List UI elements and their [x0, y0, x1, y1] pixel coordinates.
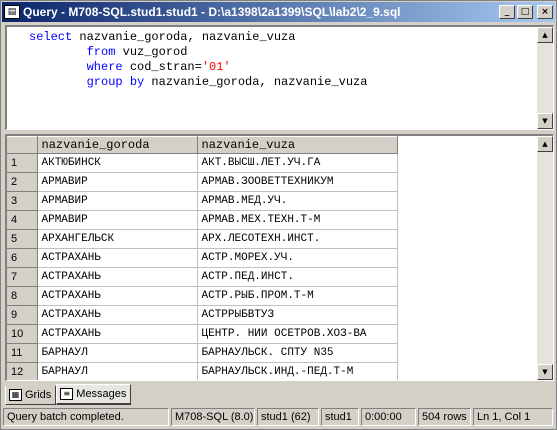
- code-text: nazvanie_goroda, nazvanie_vuza: [144, 75, 368, 89]
- code-line-1: select nazvanie_goroda, nazvanie_vuza: [29, 30, 295, 44]
- table-row[interactable]: 11 БАРНАУЛ БАРНАУЛЬСК. СПТУ N35: [7, 343, 398, 363]
- table-cell[interactable]: АРХАНГЕЛЬСК: [37, 229, 198, 249]
- status-message: Query batch completed.: [3, 408, 169, 426]
- row-number[interactable]: 6: [7, 248, 38, 268]
- table-row[interactable]: 12 БАРНАУЛ БАРНАУЛЬСК.ИНД.-ПЕД.Т-М: [7, 362, 398, 380]
- table-row[interactable]: 6 АСТРАХАНЬ АСТР.МОРЕХ.УЧ.: [7, 248, 398, 268]
- title-bar[interactable]: ▤ Query - M708-SQL.stud1.stud1 - D:\a139…: [2, 2, 555, 22]
- scroll-up-icon[interactable]: ▲: [537, 136, 553, 152]
- maximize-button[interactable]: □: [517, 5, 533, 19]
- window-title: Query - M708-SQL.stud1.stud1 - D:\a1398\…: [23, 5, 401, 19]
- tab-label: Messages: [76, 388, 127, 400]
- table-cell[interactable]: АРМАВИР: [37, 210, 198, 230]
- code-line-2: from vuz_gorod: [29, 45, 188, 59]
- results-grid-pane: nazvanie_goroda nazvanie_vuza 1 АКТЮБИНСК…: [5, 134, 554, 381]
- table-cell[interactable]: АРМАВИР: [37, 191, 198, 211]
- row-number[interactable]: 7: [7, 267, 38, 287]
- status-position: Ln 1, Col 1: [473, 408, 553, 426]
- scroll-down-icon[interactable]: ▼: [537, 364, 553, 380]
- table-cell[interactable]: АСТР.МОРЕХ.УЧ.: [197, 248, 398, 268]
- keyword: select: [29, 30, 73, 44]
- row-number[interactable]: 10: [7, 324, 38, 344]
- status-database: stud1: [321, 408, 359, 426]
- table-cell[interactable]: БАРНАУЛ: [37, 362, 198, 380]
- keyword: group by: [86, 75, 145, 89]
- table-cell[interactable]: АРМАВ.МЕД.УЧ.: [197, 191, 398, 211]
- table-row[interactable]: 9 АСТРАХАНЬ АСТРРЫБВТУЗ: [7, 305, 398, 325]
- table-cell[interactable]: АСТР.ПЕД.ИНСТ.: [197, 267, 398, 287]
- messages-icon: ≡: [60, 388, 74, 400]
- code-text: vuz_gorod: [115, 45, 188, 59]
- table-cell[interactable]: АКТЮБИНСК: [37, 153, 198, 173]
- scroll-down-icon[interactable]: ▼: [537, 113, 553, 129]
- sql-editor[interactable]: select nazvanie_goroda, nazvanie_vuza fr…: [5, 25, 554, 130]
- table-row[interactable]: 5 АРХАНГЕЛЬСК АРХ.ЛЕСОТЕХН.ИНСТ.: [7, 229, 398, 249]
- code-line-4: group by nazvanie_goroda, nazvanie_vuza: [29, 75, 368, 89]
- scroll-up-icon[interactable]: ▲: [537, 27, 553, 43]
- table-cell[interactable]: АРМАВ.ЗООВЕТТЕХНИКУМ: [197, 172, 398, 192]
- table-cell[interactable]: АРМАВИР: [37, 172, 198, 192]
- status-rows: 504 rows: [418, 408, 471, 426]
- row-number[interactable]: 11: [7, 343, 38, 363]
- status-elapsed: 0:00:00: [361, 408, 416, 426]
- close-button[interactable]: ×: [537, 5, 553, 19]
- table-cell[interactable]: АСТРАХАНЬ: [37, 305, 198, 325]
- code-line-3: where cod_stran='01': [29, 60, 231, 74]
- table-cell[interactable]: ЦЕНТР. НИИ ОСЕТРОВ.ХОЗ-ВА: [197, 324, 398, 344]
- table-cell[interactable]: БАРНАУЛЬСК. СПТУ N35: [197, 343, 398, 363]
- table-cell[interactable]: АСТРАХАНЬ: [37, 248, 198, 268]
- row-number[interactable]: 5: [7, 229, 38, 249]
- grid-vertical-scrollbar[interactable]: ▲ ▼: [537, 136, 553, 380]
- code-text: cod_stran=: [122, 60, 202, 74]
- table-row[interactable]: 10 АСТРАХАНЬ ЦЕНТР. НИИ ОСЕТРОВ.ХОЗ-ВА: [7, 324, 398, 344]
- row-number[interactable]: 9: [7, 305, 38, 325]
- column-header-nazvanie-goroda[interactable]: nazvanie_goroda: [37, 136, 198, 154]
- table-cell[interactable]: АСТР.РЫБ.ПРОМ.Т-М: [197, 286, 398, 306]
- table-cell[interactable]: АСТРАХАНЬ: [37, 324, 198, 344]
- row-number[interactable]: 3: [7, 191, 38, 211]
- table-cell[interactable]: БАРНАУЛ: [37, 343, 198, 363]
- tab-grids[interactable]: ▦ Grids: [5, 386, 57, 405]
- column-header-nazvanie-vuza[interactable]: nazvanie_vuza: [197, 136, 398, 154]
- table-cell[interactable]: АСТРАХАНЬ: [37, 286, 198, 306]
- table-row[interactable]: 3 АРМАВИР АРМАВ.МЕД.УЧ.: [7, 191, 398, 211]
- keyword: where: [86, 60, 123, 74]
- row-number[interactable]: 2: [7, 172, 38, 192]
- tab-messages[interactable]: ≡ Messages: [56, 384, 132, 405]
- code-text: nazvanie_goroda, nazvanie_vuza: [72, 30, 296, 44]
- status-user: stud1 (62): [257, 408, 319, 426]
- table-row[interactable]: 1 АКТЮБИНСК АКТ.ВЫСШ.ЛЕТ.УЧ.ГА: [7, 153, 398, 173]
- row-number[interactable]: 4: [7, 210, 38, 230]
- table-row[interactable]: 8 АСТРАХАНЬ АСТР.РЫБ.ПРОМ.Т-М: [7, 286, 398, 306]
- table-cell[interactable]: АРХ.ЛЕСОТЕХН.ИНСТ.: [197, 229, 398, 249]
- grid-icon: ▦: [9, 389, 22, 401]
- status-bar: Query batch completed. M708-SQL (8.0) st…: [3, 408, 555, 428]
- minimize-button[interactable]: _: [499, 5, 515, 19]
- results-grid: nazvanie_goroda nazvanie_vuza 1 АКТЮБИНСК…: [7, 136, 398, 380]
- results-tabs: ▦ Grids ≡ Messages: [5, 383, 132, 405]
- tab-label: Grids: [25, 389, 52, 401]
- table-cell[interactable]: АСТРАХАНЬ: [37, 267, 198, 287]
- query-window: ▤ Query - M708-SQL.stud1.stud1 - D:\a139…: [0, 0, 557, 430]
- row-number[interactable]: 8: [7, 286, 38, 306]
- table-row[interactable]: 2 АРМАВИР АРМАВ.ЗООВЕТТЕХНИКУМ: [7, 172, 398, 192]
- query-app-icon: ▤: [4, 5, 20, 19]
- table-cell[interactable]: БАРНАУЛЬСК.ИНД.-ПЕД.Т-М: [197, 362, 398, 380]
- table-row[interactable]: 7 АСТРАХАНЬ АСТР.ПЕД.ИНСТ.: [7, 267, 398, 287]
- sql-code[interactable]: select nazvanie_goroda, nazvanie_vuza fr…: [29, 30, 537, 90]
- editor-vertical-scrollbar[interactable]: ▲ ▼: [537, 27, 553, 129]
- row-number[interactable]: 1: [7, 153, 38, 173]
- table-cell[interactable]: АСТРРЫБВТУЗ: [197, 305, 398, 325]
- grid-corner[interactable]: [7, 136, 38, 154]
- row-number[interactable]: 12: [7, 362, 38, 380]
- table-cell[interactable]: АРМАВ.МЕХ.ТЕХН.Т-М: [197, 210, 398, 230]
- status-server: M708-SQL (8.0): [171, 408, 255, 426]
- string-literal: '01': [201, 60, 231, 74]
- keyword: from: [86, 45, 116, 59]
- table-cell[interactable]: АКТ.ВЫСШ.ЛЕТ.УЧ.ГА: [197, 153, 398, 173]
- table-row[interactable]: 4 АРМАВИР АРМАВ.МЕХ.ТЕХН.Т-М: [7, 210, 398, 230]
